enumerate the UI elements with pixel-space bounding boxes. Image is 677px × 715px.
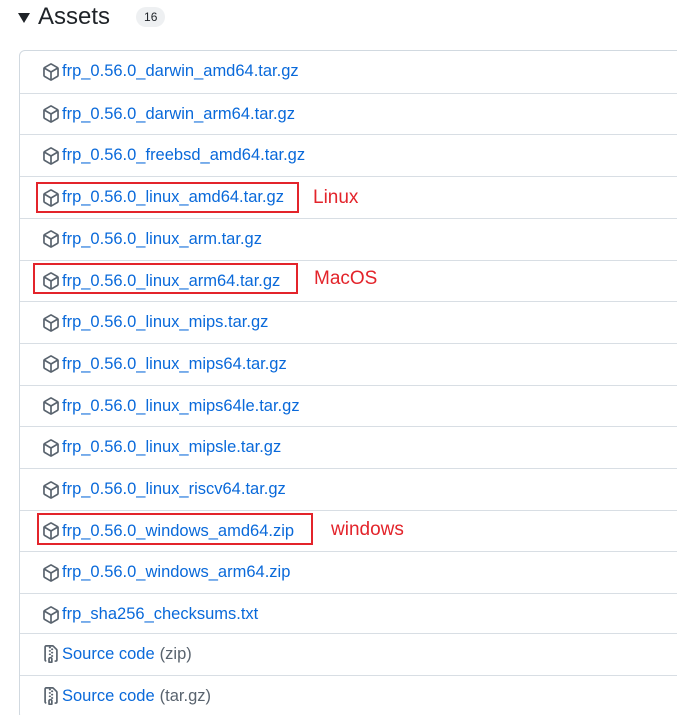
- asset-row: frp_sha256_checksums.txt: [20, 593, 677, 634]
- asset-link[interactable]: frp_0.56.0_windows_arm64.zip: [42, 552, 290, 593]
- asset-row: frp_0.56.0_linux_riscv64.tar.gz: [20, 468, 677, 509]
- package-icon: [42, 605, 60, 624]
- macos-highlight-box: [33, 263, 298, 294]
- package-icon: [42, 62, 60, 81]
- assets-count-badge: 16: [136, 7, 166, 27]
- asset-name: frp_0.56.0_linux_mips64le.tar.gz: [62, 396, 300, 415]
- asset-row: frp_0.56.0_windows_arm64.zip: [20, 551, 677, 592]
- asset-link[interactable]: frp_0.56.0_linux_mips64le.tar.gz: [42, 386, 300, 427]
- asset-name: frp_0.56.0_linux_mips.tar.gz: [62, 313, 269, 332]
- source-code-link[interactable]: Source code (zip): [42, 634, 192, 675]
- asset-row: frp_0.56.0_linux_arm.tar.gz: [20, 217, 677, 260]
- package-icon: [42, 564, 60, 582]
- package-icon: [42, 147, 60, 165]
- asset-link[interactable]: frp_0.56.0_linux_mipsle.tar.gz: [42, 427, 281, 468]
- asset-name: frp_0.56.0_linux_mipsle.tar.gz: [62, 438, 282, 457]
- source-code-row: Source code (zip): [20, 632, 677, 675]
- package-icon: [42, 397, 60, 415]
- file-zip-icon: [42, 645, 60, 664]
- release-assets-page: Assets 16 frp_0.56.0_darwin_amd64.tar.gz…: [0, 0, 677, 715]
- annotation-linux: Linux: [313, 187, 359, 208]
- windows-highlight-box: [37, 513, 313, 545]
- file-zip-icon: [42, 687, 60, 705]
- asset-link[interactable]: frp_0.56.0_darwin_arm64.tar.gz: [42, 94, 295, 135]
- asset-name: frp_0.56.0_linux_mips64.tar.gz: [62, 354, 287, 373]
- assets-header[interactable]: Assets 16: [18, 0, 166, 34]
- asset-name: frp_0.56.0_darwin_arm64.tar.gz: [62, 104, 295, 123]
- asset-link[interactable]: frp_0.56.0_freebsd_amd64.tar.gz: [42, 135, 305, 176]
- asset-link[interactable]: frp_sha256_checksums.txt: [42, 594, 258, 635]
- asset-name: frp_0.56.0_freebsd_amd64.tar.gz: [62, 146, 306, 165]
- asset-link[interactable]: frp_0.56.0_darwin_amd64.tar.gz: [42, 51, 299, 92]
- assets-title: Assets: [38, 3, 111, 30]
- source-code-label: Source code: [62, 644, 155, 663]
- asset-name: frp_0.56.0_linux_riscv64.tar.gz: [62, 480, 286, 498]
- source-code-format: (tar.gz): [159, 686, 212, 705]
- source-code-format: (zip): [159, 644, 192, 663]
- asset-link[interactable]: frp_0.56.0_linux_arm.tar.gz: [42, 219, 262, 260]
- package-icon: [42, 355, 60, 374]
- package-icon: [42, 105, 60, 124]
- caret-down-icon[interactable]: [18, 13, 30, 23]
- package-icon: [42, 230, 60, 249]
- annotation-windows: windows: [331, 519, 404, 540]
- asset-row: frp_0.56.0_linux_mips.tar.gz: [20, 301, 677, 342]
- package-icon: [42, 438, 60, 457]
- asset-name: frp_0.56.0_linux_arm.tar.gz: [62, 229, 262, 248]
- asset-link[interactable]: frp_0.56.0_linux_riscv64.tar.gz: [42, 469, 286, 510]
- asset-link[interactable]: frp_0.56.0_linux_mips.tar.gz: [42, 302, 268, 343]
- asset-link[interactable]: frp_0.56.0_linux_mips64.tar.gz: [42, 344, 287, 385]
- package-icon: [42, 480, 60, 499]
- asset-name: frp_sha256_checksums.txt: [62, 605, 259, 624]
- asset-name: frp_0.56.0_windows_arm64.zip: [62, 563, 291, 582]
- asset-row: frp_0.56.0_freebsd_amd64.tar.gz: [20, 134, 677, 175]
- asset-row: frp_0.56.0_linux_mips64.tar.gz: [20, 342, 677, 385]
- annotation-macos: MacOS: [314, 268, 378, 289]
- asset-name: frp_0.56.0_darwin_amd64.tar.gz: [62, 62, 299, 80]
- source-code-label: Source code: [62, 686, 155, 705]
- asset-row: frp_0.56.0_darwin_amd64.tar.gz: [20, 51, 677, 92]
- asset-row: frp_0.56.0_linux_mips64le.tar.gz: [20, 384, 677, 427]
- source-code-row: Source code (tar.gz): [20, 674, 677, 715]
- asset-row: frp_0.56.0_darwin_arm64.tar.gz: [20, 92, 677, 135]
- package-icon: [42, 313, 60, 332]
- source-code-link[interactable]: Source code (tar.gz): [42, 676, 211, 715]
- asset-row: frp_0.56.0_linux_mipsle.tar.gz: [20, 426, 677, 467]
- linux-highlight-box: [36, 182, 299, 213]
